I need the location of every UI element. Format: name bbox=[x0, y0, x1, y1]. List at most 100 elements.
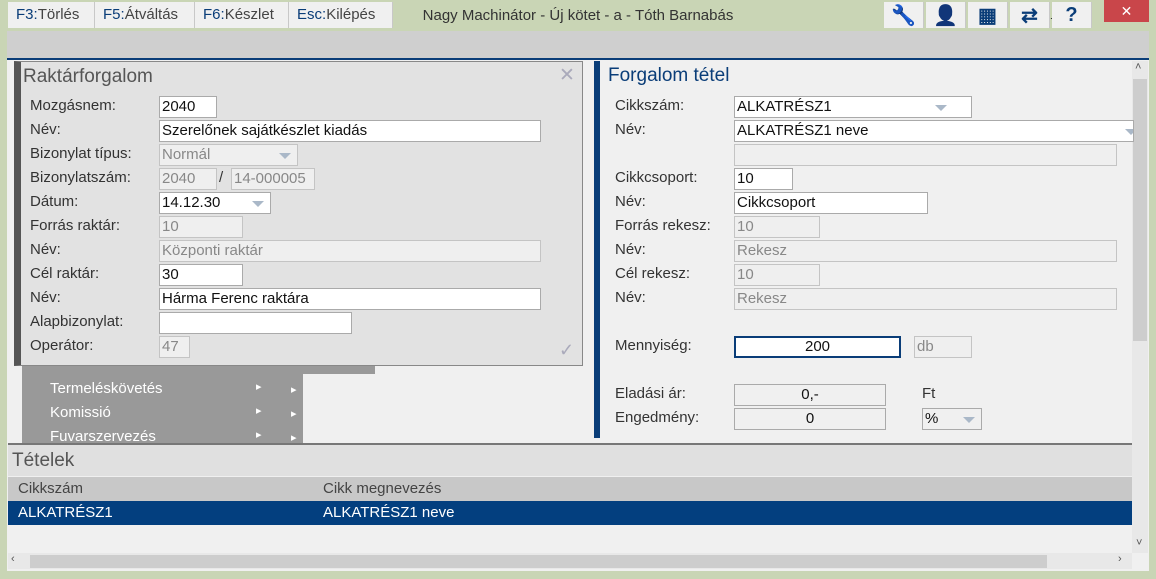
field-label: Mennyiség: bbox=[615, 337, 692, 354]
column-cikk-megnevezes[interactable]: Cikk megnevezés bbox=[323, 480, 441, 497]
vertical-scroll-thumb[interactable] bbox=[1133, 79, 1147, 341]
cell-cikk-megnevezes: ALKATRÉSZ1 neve bbox=[323, 504, 455, 521]
field-label: Név: bbox=[30, 121, 61, 138]
toolbar-tab[interactable]: F6:Készlet bbox=[195, 2, 289, 28]
combo-field[interactable]: ALKATRÉSZ1 bbox=[734, 96, 972, 118]
scroll-up-icon[interactable]: ˄ bbox=[1135, 61, 1141, 73]
tab-label: Kilépés bbox=[326, 6, 376, 23]
scroll-down-icon[interactable]: ˅ bbox=[1136, 537, 1142, 549]
swap-button[interactable]: ⇄ bbox=[1010, 2, 1050, 28]
combo-field[interactable]: 14.12.30 bbox=[159, 192, 271, 214]
combo-field[interactable]: ALKATRÉSZ1 neve bbox=[734, 120, 1134, 142]
text-field[interactable]: 200 bbox=[734, 336, 901, 358]
text-field[interactable]: 2040 bbox=[159, 96, 217, 118]
text-field: 2040 bbox=[159, 168, 217, 190]
grid-button[interactable]: ▦ bbox=[968, 2, 1008, 28]
currency-label: Ft bbox=[922, 385, 936, 402]
text-field[interactable]: 0 bbox=[734, 408, 886, 430]
submenu-arrow-icon: ▸ bbox=[256, 381, 262, 393]
wrench-icon: 🔧 bbox=[891, 4, 916, 27]
panel-title: Raktárforgalom bbox=[23, 66, 153, 87]
text-field[interactable]: Hárma Ferenc raktára bbox=[159, 288, 541, 310]
table-row[interactable]: ALKATRÉSZ1 ALKATRÉSZ1 neve bbox=[8, 501, 1132, 525]
text-field[interactable]: Cikkcsoport bbox=[734, 192, 928, 214]
field-label: Mozgásnem: bbox=[30, 97, 116, 114]
chevron-down-icon[interactable] bbox=[1125, 129, 1133, 135]
check-icon[interactable]: ✓ bbox=[559, 340, 574, 361]
field-label: Név: bbox=[615, 241, 646, 258]
text-field[interactable]: 10 bbox=[734, 168, 793, 190]
text-field[interactable]: 30 bbox=[159, 264, 243, 286]
text-field bbox=[734, 144, 1117, 166]
field-value: Rekesz bbox=[737, 290, 788, 307]
field-label: Dátum: bbox=[30, 193, 79, 210]
field-value: Rekesz bbox=[737, 242, 788, 259]
text-field[interactable]: Szerelőnek sajátkészlet kiadás bbox=[159, 120, 541, 142]
combo-field[interactable]: Normál bbox=[159, 144, 298, 166]
help-icon: ? bbox=[1065, 3, 1078, 26]
field-label: Név: bbox=[615, 193, 646, 210]
menu-item[interactable]: Termeléskövetés bbox=[50, 380, 163, 397]
unit-value: % bbox=[925, 410, 939, 427]
toolbar-tab[interactable]: F5:Átváltás bbox=[95, 2, 195, 28]
field-label: Forrás raktár: bbox=[30, 217, 121, 234]
column-cikkszam[interactable]: Cikkszám bbox=[18, 480, 83, 497]
items-column-header: Cikkszám Cikk megnevezés bbox=[8, 477, 1132, 501]
grid-icon: ▦ bbox=[978, 4, 997, 27]
field-value: Cikkcsoport bbox=[737, 194, 816, 211]
toolbar-tab[interactable]: Esc:Kilépés bbox=[289, 2, 393, 28]
menu-item[interactable]: Komissió bbox=[50, 404, 111, 421]
submenu-arrow-icon: ▸ bbox=[291, 384, 297, 396]
panel-title: Forgalom tétel bbox=[608, 65, 730, 86]
text-field: 14-000005 bbox=[231, 168, 315, 190]
field-value: 14.12.30 bbox=[162, 194, 221, 211]
discount-unit-select[interactable]: % bbox=[922, 408, 982, 430]
scroll-left-icon[interactable]: ‹ bbox=[11, 553, 15, 565]
field-value: 2040 bbox=[162, 98, 196, 115]
chevron-down-icon[interactable] bbox=[279, 153, 291, 159]
cell-cikkszam: ALKATRÉSZ1 bbox=[18, 504, 113, 521]
field-value: Szerelőnek sajátkészlet kiadás bbox=[162, 122, 368, 139]
field-value: 200 bbox=[804, 338, 831, 355]
field-value: 0 bbox=[805, 410, 815, 427]
field-label: Név: bbox=[30, 289, 61, 306]
field-value: Normál bbox=[162, 146, 211, 163]
field-label: Eladási ár: bbox=[615, 385, 686, 402]
field-value: 0,- bbox=[801, 386, 819, 403]
field-label: Engedmény: bbox=[615, 409, 700, 426]
field-label: Bizonylatszám: bbox=[30, 169, 131, 186]
horizontal-scroll-thumb[interactable] bbox=[30, 555, 1047, 568]
field-value: 10 bbox=[737, 266, 754, 283]
chevron-down-icon[interactable] bbox=[252, 201, 264, 207]
field-label: Operátor: bbox=[30, 337, 94, 354]
unit-value: db bbox=[917, 338, 934, 355]
close-window-button[interactable]: ✕ bbox=[1104, 0, 1149, 22]
tab-label: Átváltás bbox=[124, 6, 179, 23]
submenu-arrow-icon: ▸ bbox=[256, 429, 262, 441]
toolbar-tab[interactable]: F3:Törlés bbox=[8, 2, 95, 28]
chevron-down-icon[interactable] bbox=[935, 105, 947, 111]
text-field: 10 bbox=[734, 264, 820, 286]
wrench-button[interactable]: 🔧 bbox=[884, 2, 924, 28]
shortcut-key: F6: bbox=[203, 6, 225, 23]
field-label: Bizonylat típus: bbox=[30, 145, 132, 162]
close-icon[interactable]: ✕ bbox=[559, 64, 575, 87]
field-value: Hárma Ferenc raktára bbox=[162, 290, 309, 307]
chevron-down-icon[interactable] bbox=[963, 417, 975, 423]
text-field[interactable] bbox=[159, 312, 352, 334]
field-value: 30 bbox=[162, 266, 179, 283]
text-field[interactable]: 0,- bbox=[734, 384, 886, 406]
field-value: 14-000005 bbox=[234, 170, 306, 187]
help-button[interactable]: ? bbox=[1052, 2, 1092, 28]
field-label: Név: bbox=[615, 289, 646, 306]
field-label: Alapbizonylat: bbox=[30, 313, 124, 330]
field-label: Cikkszám: bbox=[615, 97, 685, 114]
field-label: Cikkcsoport: bbox=[615, 169, 698, 186]
field-label: Név: bbox=[615, 121, 646, 138]
field-label: Cél rekesz: bbox=[615, 265, 691, 282]
text-field: Rekesz bbox=[734, 240, 1117, 262]
scroll-right-icon[interactable]: › bbox=[1118, 553, 1122, 565]
menu-item[interactable]: Fuvarszervezés bbox=[50, 428, 156, 445]
user-button[interactable]: 👤 bbox=[926, 2, 966, 28]
toolbar bbox=[7, 31, 1149, 60]
